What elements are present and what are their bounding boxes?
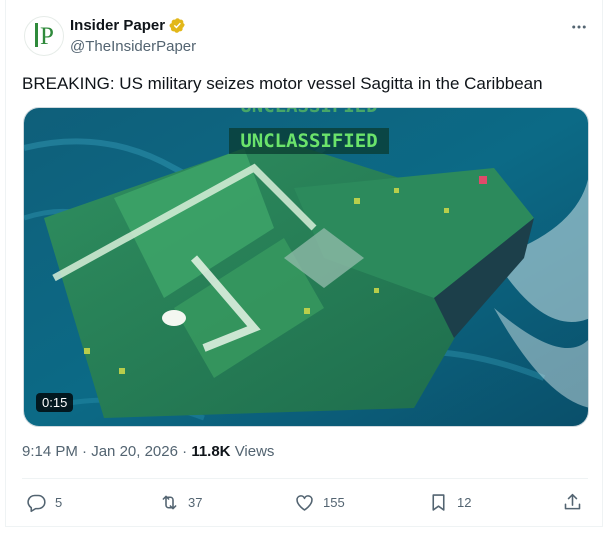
reply-count: 5 [55, 495, 63, 510]
like-button[interactable]: 155 [294, 492, 345, 513]
avatar-logo: P [35, 23, 54, 49]
heart-icon [296, 495, 313, 511]
share-icon [564, 493, 581, 510]
author-name-row: Insider Paper [70, 17, 186, 34]
author-handle[interactable]: @TheInsiderPaper [70, 38, 196, 55]
repost-count: 37 [188, 495, 203, 510]
like-count: 155 [323, 495, 345, 510]
repost-icon [162, 495, 177, 510]
video-overlay-label: UNCLASSIFIED [240, 130, 377, 152]
video-overlay-label-partial: UNCLASSIFIED [240, 108, 377, 117]
views-label: Views [234, 443, 275, 460]
post-card[interactable]: P Insider Paper @TheInsiderPaper BREAKIN… [5, 0, 603, 527]
avatar[interactable]: P [24, 16, 64, 56]
video-duration-badge: 0:15 [36, 393, 74, 412]
meta-separator: · [82, 443, 88, 460]
bookmark-icon [432, 494, 445, 511]
share-button[interactable] [562, 492, 583, 513]
reply-button[interactable]: 5 [26, 492, 62, 513]
post-text: BREAKING: US military seizes motor vesse… [22, 74, 543, 93]
video-thumbnail: UNCLASSIFIED UNCLASSIFIED [24, 108, 588, 426]
verified-badge-icon [169, 18, 185, 33]
post-time[interactable]: 9:14 PM [22, 443, 78, 460]
more-horizontal-icon [572, 25, 586, 29]
post-date[interactable]: Jan 20, 2026 [91, 443, 178, 460]
bookmark-count: 12 [457, 495, 472, 510]
meta-separator: · [182, 443, 188, 460]
divider [22, 478, 588, 479]
video-player[interactable]: UNCLASSIFIED UNCLASSIFIED 0:15 [23, 107, 589, 427]
post-meta: 9:14 PM · Jan 20, 2026 · 11.8K Views [22, 443, 274, 460]
bookmark-button[interactable]: 12 [428, 492, 471, 513]
repost-button[interactable]: 37 [159, 492, 202, 513]
author-display-name[interactable]: Insider Paper [70, 17, 165, 34]
more-options-button[interactable] [566, 16, 592, 38]
reply-icon [27, 494, 46, 513]
views-count: 11.8K [191, 443, 231, 460]
